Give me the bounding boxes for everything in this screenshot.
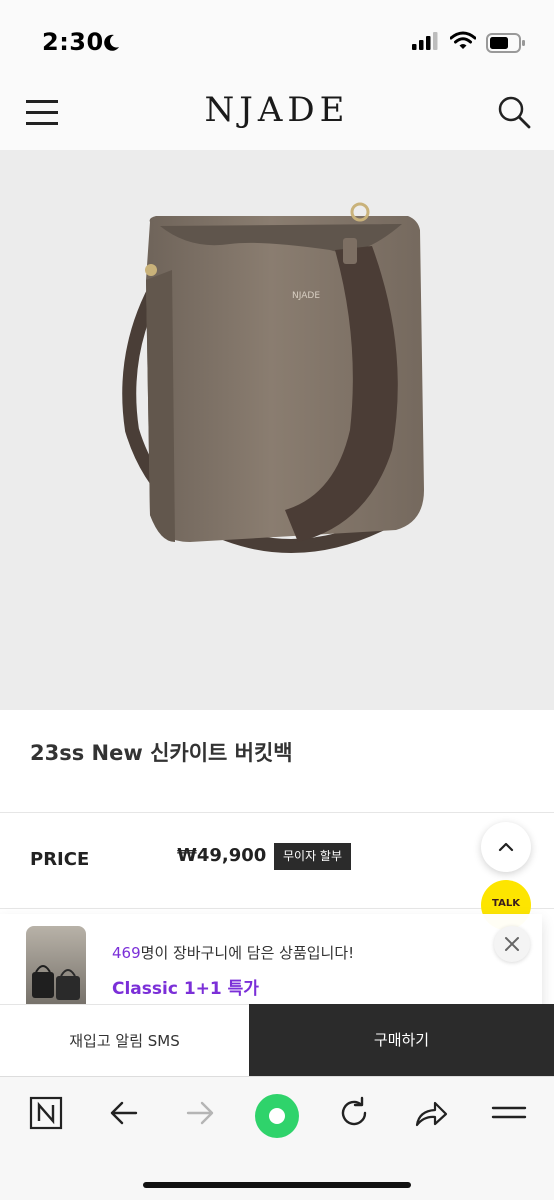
restock-sms-button[interactable]: 재입고 알림 SMS	[0, 1004, 249, 1076]
chevron-up-icon	[498, 842, 514, 852]
toast-close-button[interactable]	[494, 926, 530, 962]
bucket-bag-image: NJADE	[122, 202, 424, 553]
cart-count: 469	[112, 944, 141, 962]
top-nav: NJADE	[0, 74, 554, 150]
buy-button[interactable]: 구매하기	[249, 1004, 554, 1076]
moon-icon	[104, 34, 119, 51]
toast-message: 469명이 장바구니에 담은 상품입니다!	[112, 942, 354, 963]
share-icon[interactable]	[411, 1093, 451, 1133]
scroll-top-button[interactable]	[481, 822, 531, 872]
status-bar: 2:30	[0, 0, 554, 74]
kakao-talk-label: TALK	[492, 898, 520, 909]
green-dot-icon[interactable]	[254, 1093, 300, 1139]
close-icon	[505, 937, 519, 951]
divider	[0, 812, 554, 813]
search-icon[interactable]	[496, 94, 532, 130]
promo-thumbnail	[26, 926, 86, 1014]
divider	[0, 908, 554, 909]
home-indicator	[143, 1182, 411, 1188]
brand-logo[interactable]: NJADE	[0, 90, 554, 130]
price-value: ₩49,900	[177, 845, 267, 866]
price-label: PRICE	[30, 849, 90, 870]
back-arrow-icon[interactable]	[104, 1093, 144, 1133]
product-image[interactable]: NJADE	[0, 150, 554, 710]
promo-title[interactable]: Classic 1+1 특가	[112, 974, 259, 999]
product-title: 23ss New 신카이트 버킷백	[30, 741, 293, 765]
status-time: 2:30	[42, 28, 104, 56]
installment-badge: 무이자 할부	[274, 843, 351, 870]
bag-thumbnail-image	[32, 965, 80, 1000]
naver-icon[interactable]	[28, 1093, 64, 1133]
battery-icon	[486, 33, 525, 53]
svg-text:NJADE: NJADE	[292, 291, 320, 301]
toast-message-text: 명이 장바구니에 담은 상품입니다!	[140, 944, 355, 962]
wifi-icon	[450, 31, 476, 49]
menu-lines-icon[interactable]	[489, 1093, 529, 1133]
cellular-signal-icon	[412, 32, 438, 50]
forward-arrow-icon[interactable]	[180, 1093, 220, 1133]
refresh-icon[interactable]	[334, 1093, 374, 1133]
